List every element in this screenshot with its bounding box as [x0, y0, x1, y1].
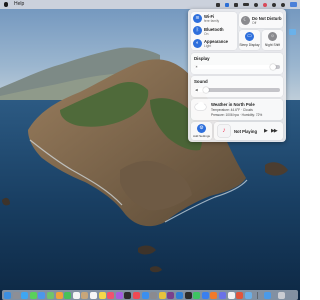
dock-app-notion-icon[interactable]: [227, 291, 235, 299]
dock-app-app-store-icon[interactable]: [141, 291, 149, 299]
bluetooth-icon[interactable]: [254, 2, 258, 7]
dock-app-firefox-icon[interactable]: [210, 291, 218, 299]
now-playing-label: Not Playing: [234, 128, 258, 134]
forward-button[interactable]: ▶▶: [271, 128, 278, 134]
display-icon: ▭: [245, 32, 254, 41]
dock-app-news-icon[interactable]: [133, 291, 140, 299]
dock-app-maps-icon[interactable]: [47, 291, 54, 299]
add-settings-label: Add Settings: [192, 133, 210, 138]
dock-app-downloads-icon[interactable]: [264, 291, 271, 299]
control-center-icon[interactable]: [290, 2, 297, 7]
dock-app-notes-icon[interactable]: [98, 291, 106, 299]
battery-icon[interactable]: [243, 3, 249, 6]
sound-label: Sound: [194, 78, 208, 84]
desktop-folder-icon[interactable]: [289, 29, 296, 35]
dock-app-system-preferences-icon[interactable]: [150, 291, 158, 299]
dock-app-zoom-icon[interactable]: [201, 291, 209, 299]
dock-app-photos-icon[interactable]: [55, 291, 63, 299]
appearance-toggle[interactable]: ◐ Appearance Light: [191, 37, 237, 49]
menu-help[interactable]: Help: [14, 0, 24, 9]
wifi-toggle[interactable]: ≋ Wi-Fi fere family: [191, 12, 237, 24]
dock-app-launchpad-icon[interactable]: [12, 291, 20, 299]
dock-app-safari-icon[interactable]: [21, 291, 29, 299]
dock-app-calendar-icon[interactable]: [72, 291, 80, 299]
dock-app-terminal-icon[interactable]: [184, 291, 192, 299]
dock-app-trash-icon[interactable]: [278, 291, 285, 299]
now-playing-tile: ♪ Not Playing ▶ ▶▶: [214, 122, 283, 140]
bluetooth-toggle[interactable]: ᛒ Bluetooth On: [191, 25, 237, 37]
display-label: Display: [194, 55, 210, 61]
weather-tile[interactable]: Weather in North Pole Temperature: 44.6°…: [191, 99, 283, 120]
dock-app-messages-icon[interactable]: [29, 291, 37, 299]
display-slider-knob[interactable]: [269, 64, 276, 70]
display-section: Display ☀: [191, 53, 283, 74]
play-button[interactable]: ▶: [264, 128, 268, 134]
dock-app-reminders-icon[interactable]: [90, 291, 97, 299]
wifi-status-icon[interactable]: [234, 2, 238, 7]
dock-app-slack-icon[interactable]: [167, 291, 175, 299]
sound-slider-knob[interactable]: [203, 87, 210, 93]
user-icon[interactable]: [281, 2, 285, 7]
menu-bar: Help: [0, 0, 300, 9]
dock-app-vscode-icon[interactable]: [176, 291, 183, 299]
weather-temperature: Temperature: 44.6°F · Clouds: [211, 108, 253, 112]
appearance-mode: Light: [204, 44, 212, 48]
do-not-disturb-tile[interactable]: ☾ Do Not Disturb Off: [239, 12, 283, 28]
heart-icon[interactable]: [263, 2, 267, 7]
music-icon: ♪: [218, 125, 230, 137]
dock-app-finder-icon[interactable]: [4, 291, 11, 299]
dock-app-contacts-icon[interactable]: [81, 291, 89, 299]
box-icon[interactable]: [216, 2, 220, 7]
dock-app-podcasts-icon[interactable]: [115, 291, 123, 299]
wifi-icon: ≋: [193, 13, 202, 23]
night-shift-icon: ☼: [268, 32, 277, 41]
dock-app-spotify-icon[interactable]: [193, 291, 201, 299]
add-settings-tile[interactable]: ⚙ Add Settings: [191, 122, 212, 140]
sound-section: Sound ◀: [191, 76, 283, 97]
dock-app-figma-icon[interactable]: [236, 291, 244, 299]
speaker-icon: ◀: [195, 87, 198, 92]
dock-app-music-icon[interactable]: [107, 291, 115, 299]
brightness-icon: ☀: [195, 64, 199, 69]
dock-app-mail-icon[interactable]: [38, 291, 46, 299]
sleep-display-tile[interactable]: ▭ Sleep Display: [239, 30, 260, 50]
bluetooth-status: On: [204, 31, 209, 36]
do-not-disturb-title: Do Not Disturb: [252, 15, 282, 21]
dropbox-icon[interactable]: [225, 2, 229, 7]
display-slider-fill: [194, 65, 276, 69]
wifi-network-name: fere family: [204, 19, 220, 23]
night-shift-label: Night Shift: [264, 42, 281, 47]
dock: [2, 290, 298, 300]
dock-app-discord-icon[interactable]: [219, 291, 226, 299]
apple-menu-icon[interactable]: [4, 2, 8, 7]
dock-app-tv-icon[interactable]: [124, 291, 132, 299]
display-brightness-slider[interactable]: ☀: [194, 64, 280, 70]
sleep-display-label: Sleep Display: [239, 42, 260, 47]
dock-separator: [257, 291, 258, 299]
weather-title: Weather in North Pole: [211, 102, 255, 107]
bluetooth-tile-icon: ᛒ: [193, 26, 202, 35]
do-not-disturb-status: Off: [252, 20, 257, 25]
control-center-panel: ≋ Wi-Fi fere family ᛒ Bluetooth On ◐ App…: [188, 9, 286, 142]
menu-bar-status-area: [211, 0, 297, 9]
night-shift-tile[interactable]: ☼ Night Shift: [262, 30, 283, 50]
dock-app-facetime-icon[interactable]: [64, 291, 72, 299]
gear-icon: ⚙: [197, 123, 206, 133]
sound-volume-slider[interactable]: ◀: [194, 87, 280, 93]
moon-icon: ☾: [241, 15, 250, 25]
spotlight-icon[interactable]: [272, 2, 276, 7]
cloud-icon-top: [198, 102, 204, 107]
dock-app-preview-icon[interactable]: [244, 291, 252, 299]
dock-app-chrome-icon[interactable]: [158, 291, 166, 299]
network-tile: ≋ Wi-Fi fere family ᛒ Bluetooth On ◐ App…: [191, 12, 237, 50]
appearance-icon: ◐: [193, 38, 202, 48]
weather-pressure: Pressure: 1006 hpa · Humidity: 72%: [211, 112, 263, 117]
